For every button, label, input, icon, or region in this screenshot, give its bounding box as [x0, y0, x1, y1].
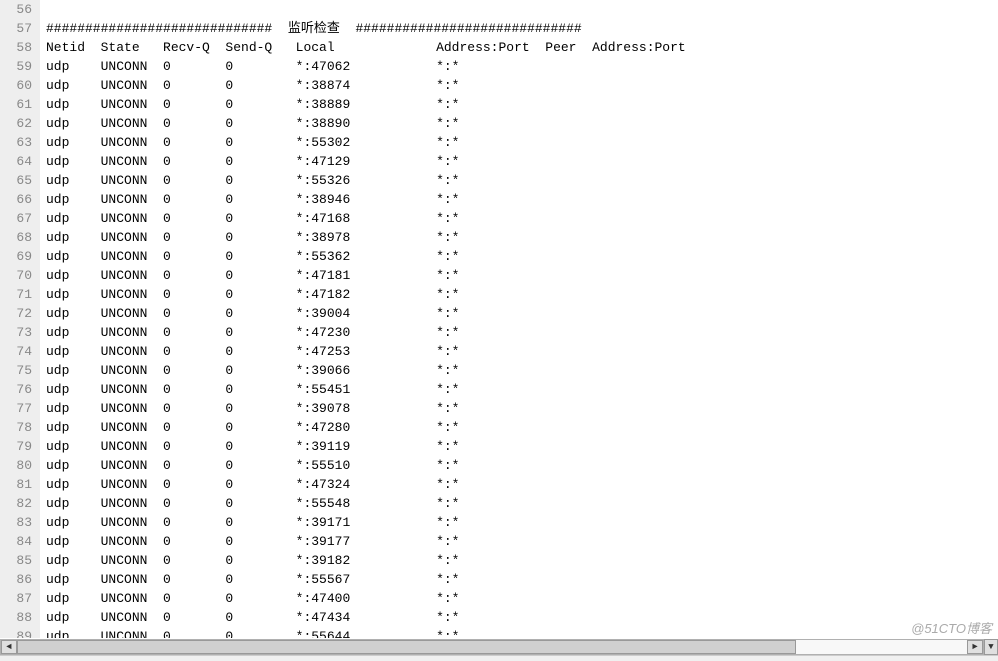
line-number: 70 [8, 266, 32, 285]
line-number: 75 [8, 361, 32, 380]
data-row: udp UNCONN 0 0 *:47280 *:* [46, 418, 998, 437]
scroll-h-track[interactable] [17, 640, 967, 654]
line-number: 67 [8, 209, 32, 228]
data-row: udp UNCONN 0 0 *:39078 *:* [46, 399, 998, 418]
data-row: udp UNCONN 0 0 *:47253 *:* [46, 342, 998, 361]
line-number: 65 [8, 171, 32, 190]
data-row: udp UNCONN 0 0 *:55548 *:* [46, 494, 998, 513]
data-row: udp UNCONN 0 0 *:55567 *:* [46, 570, 998, 589]
data-row: udp UNCONN 0 0 *:38946 *:* [46, 190, 998, 209]
status-bar [0, 655, 998, 661]
data-row: udp UNCONN 0 0 *:38874 *:* [46, 76, 998, 95]
data-row: udp UNCONN 0 0 *:47230 *:* [46, 323, 998, 342]
line-number: 77 [8, 399, 32, 418]
line-number: 79 [8, 437, 32, 456]
scroll-right-arrow-icon[interactable]: ► [967, 640, 983, 654]
data-row: udp UNCONN 0 0 *:39177 *:* [46, 532, 998, 551]
line-number: 64 [8, 152, 32, 171]
line-number: 59 [8, 57, 32, 76]
line-number: 63 [8, 133, 32, 152]
line-number: 84 [8, 532, 32, 551]
data-row: udp UNCONN 0 0 *:47434 *:* [46, 608, 998, 627]
line-number: 66 [8, 190, 32, 209]
line-number: 56 [8, 0, 32, 19]
line-number: 73 [8, 323, 32, 342]
data-row: udp UNCONN 0 0 *:38890 *:* [46, 114, 998, 133]
line-number: 74 [8, 342, 32, 361]
data-row: udp UNCONN 0 0 *:39182 *:* [46, 551, 998, 570]
data-row: udp UNCONN 0 0 *:39119 *:* [46, 437, 998, 456]
line-number: 71 [8, 285, 32, 304]
line-number: 86 [8, 570, 32, 589]
line-number: 87 [8, 589, 32, 608]
data-row: udp UNCONN 0 0 *:47181 *:* [46, 266, 998, 285]
data-row: udp UNCONN 0 0 *:47168 *:* [46, 209, 998, 228]
line-number: 57 [8, 19, 32, 38]
data-row: udp UNCONN 0 0 *:47129 *:* [46, 152, 998, 171]
line-number: 76 [8, 380, 32, 399]
editor-container: 5657585960616263646566676869707172737475… [0, 0, 998, 638]
line-number: 61 [8, 95, 32, 114]
code-content[interactable]: ############################# 监听检查 #####… [40, 0, 998, 638]
line-number: 83 [8, 513, 32, 532]
data-row: udp UNCONN 0 0 *:38889 *:* [46, 95, 998, 114]
columns-header-line: Netid State Recv-Q Send-Q Local Address:… [46, 38, 998, 57]
line-number-gutter: 5657585960616263646566676869707172737475… [0, 0, 40, 638]
line-number: 62 [8, 114, 32, 133]
data-row: udp UNCONN 0 0 *:55644 *:* [46, 627, 998, 638]
line-number: 89 [8, 627, 32, 638]
data-row: udp UNCONN 0 0 *:47400 *:* [46, 589, 998, 608]
data-row: udp UNCONN 0 0 *:55451 *:* [46, 380, 998, 399]
watermark-text: @51CTO博客 [911, 618, 992, 637]
data-row: udp UNCONN 0 0 *:55510 *:* [46, 456, 998, 475]
horizontal-scrollbar[interactable]: ◄ ► [0, 639, 984, 655]
line-number: 80 [8, 456, 32, 475]
data-row: udp UNCONN 0 0 *:55302 *:* [46, 133, 998, 152]
line-number: 88 [8, 608, 32, 627]
code-line-blank [46, 0, 998, 19]
data-row: udp UNCONN 0 0 *:39171 *:* [46, 513, 998, 532]
line-number: 81 [8, 475, 32, 494]
line-number: 72 [8, 304, 32, 323]
data-row: udp UNCONN 0 0 *:39066 *:* [46, 361, 998, 380]
data-row: udp UNCONN 0 0 *:39004 *:* [46, 304, 998, 323]
line-number: 60 [8, 76, 32, 95]
line-number: 68 [8, 228, 32, 247]
data-row: udp UNCONN 0 0 *:38978 *:* [46, 228, 998, 247]
line-number: 69 [8, 247, 32, 266]
scroll-h-thumb[interactable] [17, 640, 796, 654]
line-number: 82 [8, 494, 32, 513]
line-number: 58 [8, 38, 32, 57]
data-row: udp UNCONN 0 0 *:55362 *:* [46, 247, 998, 266]
data-row: udp UNCONN 0 0 *:47062 *:* [46, 57, 998, 76]
scroll-left-arrow-icon[interactable]: ◄ [1, 640, 17, 654]
section-header-line: ############################# 监听检查 #####… [46, 19, 998, 38]
scroll-down-arrow-icon[interactable]: ▼ [984, 639, 998, 655]
line-number: 85 [8, 551, 32, 570]
line-number: 78 [8, 418, 32, 437]
data-row: udp UNCONN 0 0 *:47324 *:* [46, 475, 998, 494]
data-row: udp UNCONN 0 0 *:55326 *:* [46, 171, 998, 190]
data-row: udp UNCONN 0 0 *:47182 *:* [46, 285, 998, 304]
